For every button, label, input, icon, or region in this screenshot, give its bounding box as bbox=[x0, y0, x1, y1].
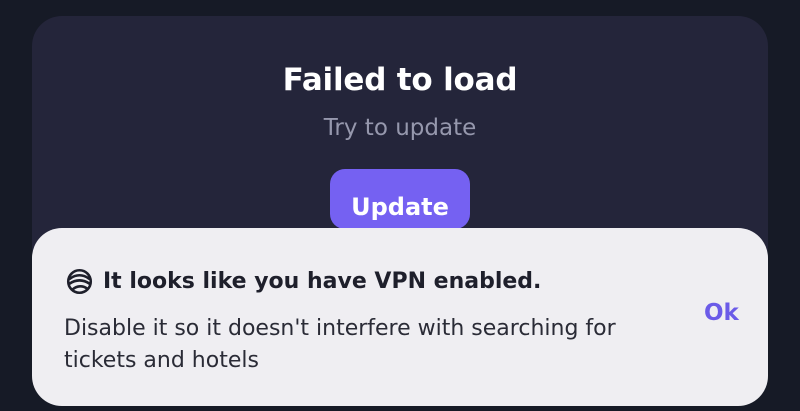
vpn-notice-toast: It looks like you have VPN enabled. Disa… bbox=[32, 228, 768, 406]
globe-icon bbox=[66, 268, 93, 295]
vpn-notice-title: It looks like you have VPN enabled. bbox=[103, 269, 542, 294]
ok-button[interactable]: Ok bbox=[704, 300, 739, 326]
vpn-notice-header: It looks like you have VPN enabled. bbox=[66, 268, 541, 295]
error-subtitle: Try to update bbox=[323, 115, 477, 141]
update-button[interactable]: Update bbox=[330, 169, 470, 229]
vpn-notice-message: Disable it so it doesn't interfere with … bbox=[64, 316, 616, 373]
app-screen: Failed to load Try to update Update It l… bbox=[0, 0, 800, 411]
error-title: Failed to load bbox=[282, 62, 518, 98]
